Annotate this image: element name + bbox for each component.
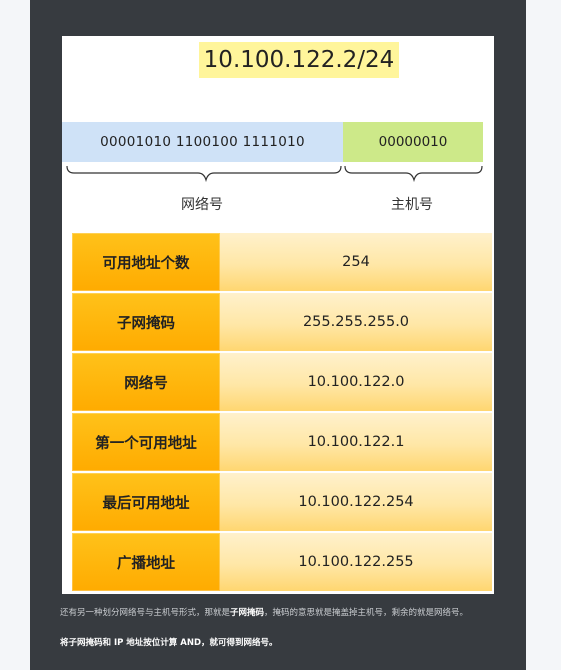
network-bits-box: 00001010 1100100 1111010: [62, 122, 343, 162]
row-key: 子网掩码: [72, 293, 220, 351]
subnet-info-table: 可用地址个数 254 子网掩码 255.255.255.0 网络号 10.100…: [72, 232, 492, 592]
row-key: 网络号: [72, 353, 220, 411]
bracket-lines: [66, 165, 483, 183]
table-row: 最后可用地址 10.100.122.254: [72, 472, 492, 532]
network-bracket: [66, 165, 342, 183]
ip-address-title: 10.100.122.2/24: [199, 42, 399, 78]
explanation-part: 还有另一种划分网络号与主机号形式，那就是: [60, 608, 231, 618]
explanation-text: 还有另一种划分网络号与主机号形式，那就是子网掩码，掩码的意思就是掩盖掉主机号，剩…: [60, 606, 500, 618]
host-bracket: [344, 165, 483, 183]
row-key: 可用地址个数: [72, 233, 220, 291]
explanation-part: ，掩码的意思就是掩盖掉主机号，剩余的就是网络号。: [264, 608, 469, 618]
row-key: 第一个可用地址: [72, 413, 220, 471]
emphasis-text: 将子网掩码和 IP 地址按位计算 AND，就可得到网络号。: [60, 638, 278, 648]
row-value: 254: [220, 233, 492, 291]
row-value: 10.100.122.254: [220, 473, 492, 531]
table-row: 广播地址 10.100.122.255: [72, 532, 492, 592]
table-row: 子网掩码 255.255.255.0: [72, 292, 492, 352]
table-row: 可用地址个数 254: [72, 232, 492, 292]
row-key: 广播地址: [72, 533, 220, 591]
host-label: 主机号: [391, 197, 433, 213]
subnet-diagram: 10.100.122.2/24 00001010 1100100 1111010…: [62, 36, 494, 594]
host-bits-box: 00000010: [343, 122, 483, 162]
row-value: 10.100.122.1: [220, 413, 492, 471]
table-row: 网络号 10.100.122.0: [72, 352, 492, 412]
row-key: 最后可用地址: [72, 473, 220, 531]
subnet-mask-term: 子网掩码: [230, 608, 265, 618]
row-value: 255.255.255.0: [220, 293, 492, 351]
row-value: 10.100.122.255: [220, 533, 492, 591]
network-label: 网络号: [181, 197, 223, 213]
row-value: 10.100.122.0: [220, 353, 492, 411]
table-row: 第一个可用地址 10.100.122.1: [72, 412, 492, 472]
